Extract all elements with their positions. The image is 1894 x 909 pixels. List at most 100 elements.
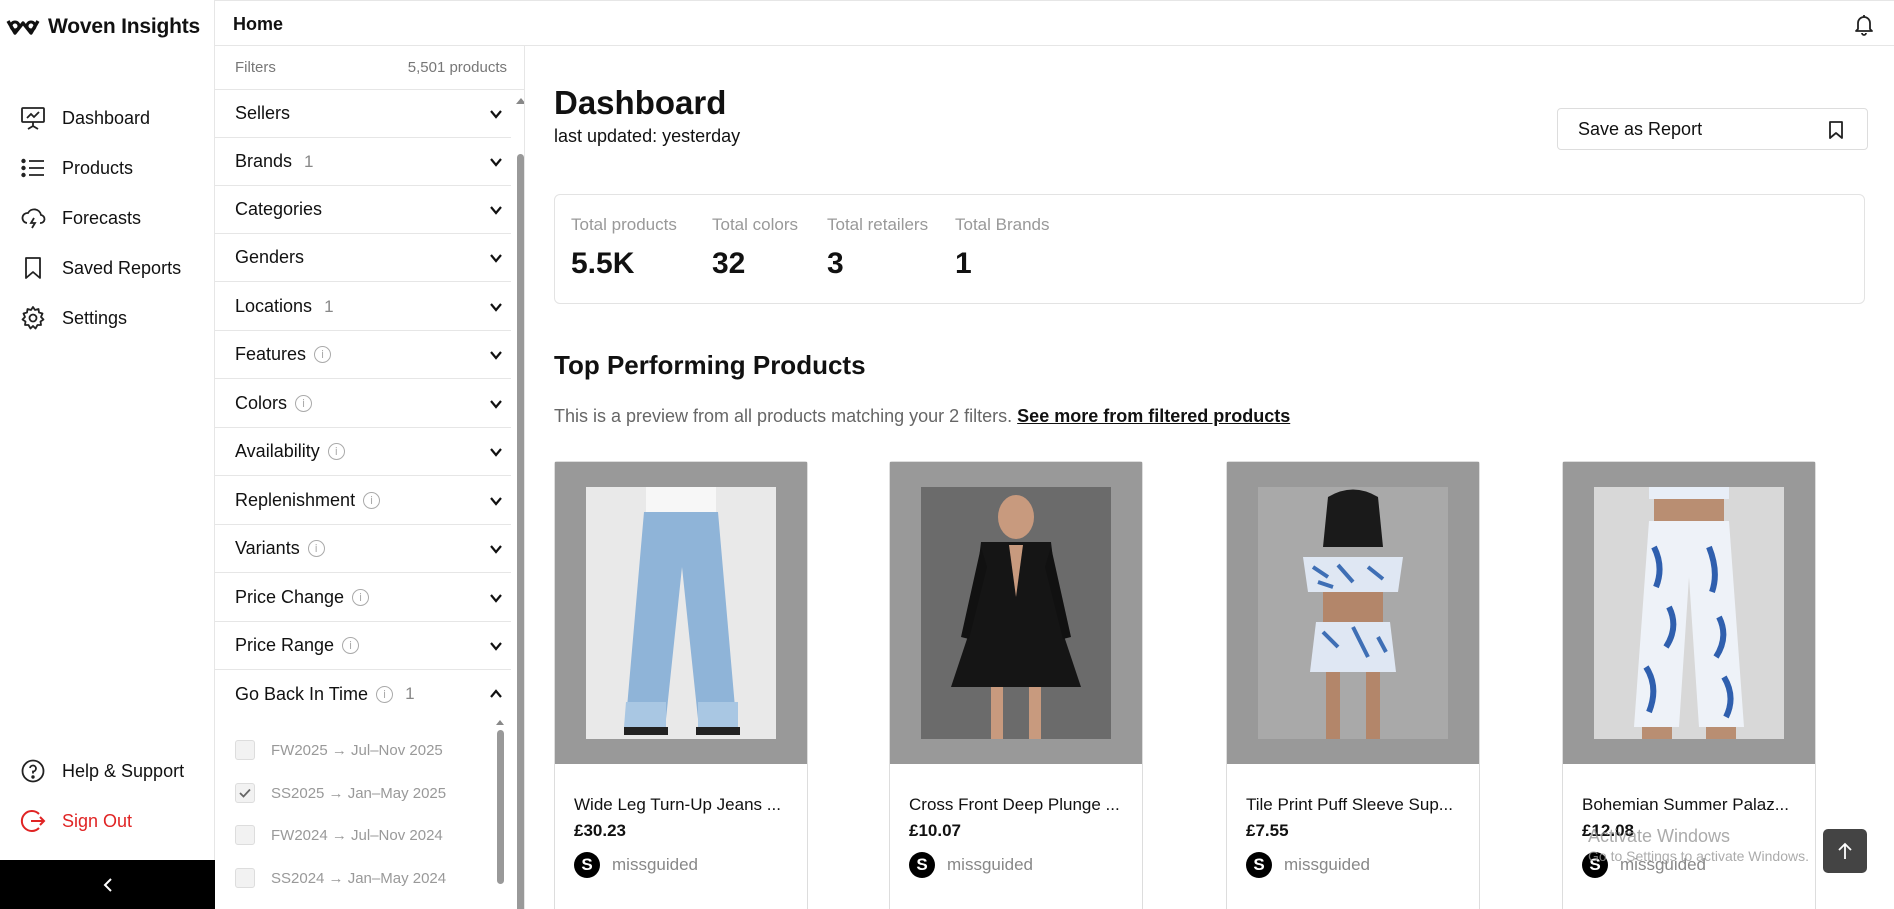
save-as-report-button[interactable]: Save as Report (1557, 108, 1868, 150)
stat-total-products: Total products 5.5K (571, 215, 677, 281)
checkbox-checked[interactable] (235, 783, 255, 803)
time-option-label: SS2024 → Jan–May 2024 (271, 869, 447, 887)
product-card[interactable]: Tile Print Puff Sleeve Sup... £7.55 S mi… (1226, 461, 1480, 909)
filter-count-badge: 1 (324, 296, 334, 316)
stat-value: 32 (712, 247, 746, 280)
filter-label: Genders (235, 247, 305, 267)
info-icon[interactable]: i (327, 443, 345, 460)
product-count: 5,501 products (407, 59, 507, 76)
time-option-label: FW2025 → Jul–Nov 2025 (271, 741, 443, 759)
product-image (890, 462, 1142, 764)
time-option[interactable]: FW2024 → Jul–Nov 2024 (235, 823, 443, 847)
stat-value: 5.5K (571, 247, 635, 280)
filter-row-categories[interactable]: Categories (215, 186, 511, 234)
product-card[interactable]: Wide Leg Turn-Up Jeans ... £30.23 S miss… (554, 461, 808, 909)
product-card[interactable]: Cross Front Deep Plunge ... £10.07 S mis… (889, 461, 1143, 909)
nav-item-help[interactable]: Help & Support (20, 756, 184, 786)
time-option-label: FW2024 → Jul–Nov 2024 (271, 826, 443, 844)
filter-row-brands[interactable]: Brands 1 (215, 138, 511, 186)
info-icon[interactable]: i (342, 637, 360, 654)
filter-row-price-range[interactable]: Price Range i (215, 622, 511, 670)
scroll-to-top-button[interactable] (1823, 829, 1867, 873)
chevron-down-icon (490, 303, 502, 312)
checkbox[interactable] (235, 868, 255, 888)
windows-activation-watermark: Activate Windows Go to Settings to activ… (1588, 826, 1809, 864)
filter-row-availability[interactable]: Availability i (215, 428, 511, 476)
preview-text: This is a preview from all products matc… (554, 406, 1013, 426)
brand-logo[interactable]: Woven Insights (6, 12, 200, 42)
seller-logo-icon: S (1246, 852, 1272, 878)
product-price: £30.23 (574, 821, 626, 840)
options-scrollbar[interactable] (495, 718, 505, 909)
chevron-down-icon (490, 400, 502, 409)
filter-row-features[interactable]: Features i (215, 331, 511, 379)
section-title: Top Performing Products (554, 350, 866, 380)
stat-total-brands: Total Brands 1 (955, 215, 1050, 281)
checkbox[interactable] (235, 740, 255, 760)
nav-item-settings[interactable]: Settings (20, 303, 127, 333)
checkbox[interactable] (235, 825, 255, 845)
product-title: Tile Print Puff Sleeve Sup... (1246, 795, 1453, 814)
chevron-down-icon (490, 497, 502, 506)
nav-item-dashboard[interactable]: Dashboard (20, 103, 150, 133)
see-more-link[interactable]: See more from filtered products (1017, 406, 1290, 426)
time-option[interactable]: FW2025 → Jul–Nov 2025 (235, 738, 443, 762)
scroll-thumb[interactable] (517, 154, 524, 909)
seller-name: missguided (1284, 855, 1370, 874)
breadcrumb-home[interactable]: Home (233, 14, 283, 35)
filter-header-label: Filters (235, 59, 276, 76)
filter-label: Availability (235, 441, 320, 461)
info-icon[interactable]: i (376, 685, 394, 703)
filter-row-variants[interactable]: Variants i (215, 525, 511, 573)
filter-row-replenishment[interactable]: Replenishment i (215, 477, 511, 525)
chevron-down-icon (490, 351, 502, 360)
product-title: Bohemian Summer Palaz... (1582, 795, 1789, 814)
preview-description: This is a preview from all products matc… (554, 406, 1290, 427)
nav-item-forecasts[interactable]: Forecasts (20, 203, 141, 233)
filter-label: Go Back In Time (235, 683, 369, 704)
seller-info: S missguided (1246, 852, 1370, 878)
scroll-up-arrow-icon[interactable] (516, 98, 524, 104)
filter-row-price-change[interactable]: Price Change i (215, 574, 511, 622)
info-icon[interactable]: i (307, 540, 325, 557)
filter-row-locations[interactable]: Locations 1 (215, 283, 511, 331)
chevron-down-icon (490, 110, 502, 119)
bookmark-icon (25, 257, 41, 279)
nav-label: Sign Out (62, 810, 133, 831)
filter-label: Sellers (235, 103, 291, 123)
notification-bell-icon[interactable] (1852, 12, 1876, 36)
filter-label: Features (235, 344, 307, 364)
stat-value: 1 (955, 247, 972, 280)
time-option[interactable]: SS2024 → Jan–May 2024 (235, 866, 446, 890)
scroll-thumb[interactable] (497, 730, 504, 884)
filter-row-colors[interactable]: Colors i (215, 380, 511, 428)
nav-label: Forecasts (62, 207, 142, 228)
info-icon[interactable]: i (314, 346, 332, 363)
filter-label: Brands (235, 151, 293, 171)
info-icon[interactable]: i (352, 589, 370, 606)
check-icon (239, 788, 251, 798)
filter-row-go-back-in-time[interactable]: Go Back In Time i 1 (215, 670, 511, 718)
chevron-down-icon (490, 206, 502, 215)
filter-scrollbar[interactable] (514, 90, 524, 909)
top-bar: Home (215, 0, 1894, 46)
info-icon[interactable]: i (363, 492, 381, 509)
collapse-sidebar-button[interactable] (0, 860, 215, 909)
nav-item-products[interactable]: Products (20, 153, 133, 183)
info-icon[interactable]: i (295, 395, 313, 412)
filter-panel: Filters 5,501 products Sellers Brands 1 Cat… (215, 46, 525, 909)
presentation-chart-icon (21, 107, 45, 130)
page-title: Dashboard (554, 84, 727, 121)
nav-item-saved-reports[interactable]: Saved Reports (20, 253, 181, 283)
filter-row-sellers[interactable]: Sellers (215, 90, 511, 138)
main-content: Dashboard last updated: yesterday Save a… (525, 46, 1894, 909)
nav-item-sign-out[interactable]: Sign Out (20, 806, 132, 836)
filter-label: Replenishment (235, 490, 356, 510)
chevron-down-icon (490, 254, 502, 263)
scroll-up-arrow-icon[interactable] (496, 720, 504, 725)
filter-label: Locations (235, 296, 313, 316)
woven-logo-icon (6, 20, 40, 35)
filter-row-genders[interactable]: Genders (215, 234, 511, 282)
time-option[interactable]: SS2025 → Jan–May 2025 (235, 781, 446, 805)
last-updated-text: last updated: yesterday (554, 126, 741, 146)
